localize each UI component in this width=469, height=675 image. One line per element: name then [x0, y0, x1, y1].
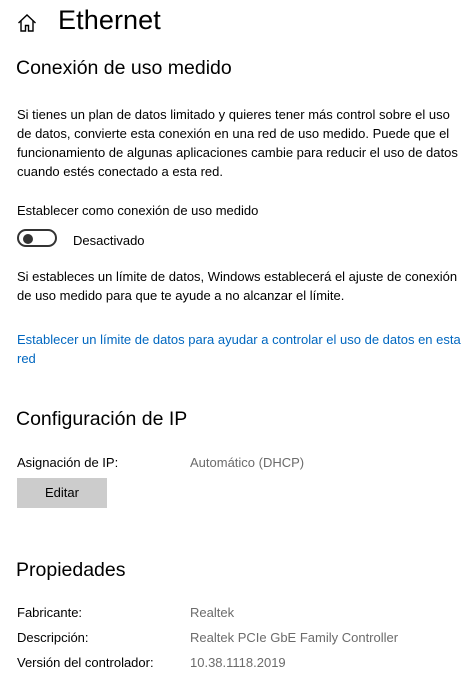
manufacturer-value: Realtek — [190, 605, 235, 620]
home-icon[interactable] — [16, 12, 38, 34]
page-title: Ethernet — [58, 5, 161, 35]
metered-toggle-label: Establecer como conexión de uso medido — [17, 203, 259, 218]
manufacturer-label: Fabricante: — [17, 605, 83, 620]
metered-connection-heading: Conexión de uso medido — [16, 57, 232, 79]
ip-assignment-label: Asignación de IP: — [17, 455, 119, 470]
toggle-knob — [23, 234, 33, 244]
properties-heading: Propiedades — [16, 559, 126, 581]
driver-version-label: Versión del controlador: — [17, 655, 154, 670]
data-limit-info: Si estableces un límite de datos, Window… — [17, 269, 458, 303]
ip-assignment-value: Automático (DHCP) — [190, 455, 305, 470]
metered-connection-description: Si tienes un plan de datos limitado y qu… — [17, 107, 458, 179]
description-value: Realtek PCIe GbE Family Controller — [190, 630, 399, 645]
edit-ip-button[interactable]: Editar — [17, 478, 107, 508]
driver-version-value: 10.38.1118.2019 — [190, 655, 286, 670]
description-label: Descripción: — [17, 630, 89, 645]
metered-connection-toggle[interactable] — [17, 229, 57, 247]
set-data-limit-link[interactable]: Establecer un límite de datos para ayuda… — [17, 330, 463, 368]
toggle-state-label: Desactivado — [73, 233, 145, 248]
ip-settings-heading: Configuración de IP — [16, 408, 188, 430]
